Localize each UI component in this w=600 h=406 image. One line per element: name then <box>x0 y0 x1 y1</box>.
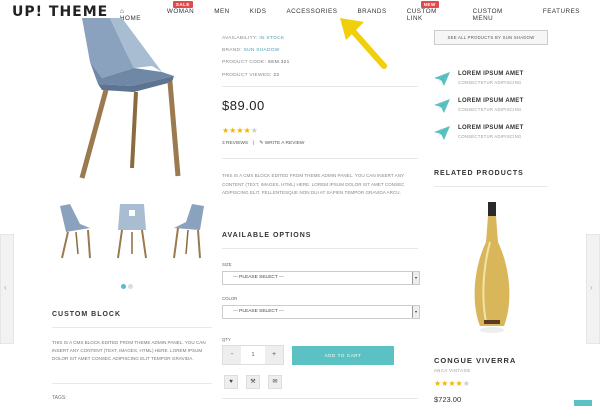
star-filled-icon: ★ <box>448 379 456 388</box>
paper-plane-icon <box>434 72 450 86</box>
star-filled-icon: ★ <box>455 379 463 388</box>
thumbnail-3[interactable] <box>166 202 210 262</box>
qty-input[interactable]: 1 <box>241 346 265 364</box>
divider <box>52 383 212 384</box>
new-badge: NEW <box>420 1 439 8</box>
pencil-icon: ✎ <box>259 141 264 146</box>
divider <box>222 158 418 159</box>
next-product-arrow[interactable]: › <box>586 234 600 344</box>
prev-product-arrow[interactable]: ‹ <box>0 234 14 344</box>
star-empty-icon: ★ <box>462 379 470 388</box>
wrench-icon: ⚒ <box>250 379 256 385</box>
feature-item: LOREM IPSUM AMET CONSECTETUR ADIPISCING <box>434 98 554 120</box>
related-product-subtitle: ANCA VINTAGE <box>434 368 471 373</box>
divider <box>222 398 418 399</box>
related-product-price: $723.00 <box>434 395 462 404</box>
color-select[interactable]: --- PLEASE SELECT --- ▾ <box>222 305 420 319</box>
thumbnail-1[interactable] <box>54 202 98 262</box>
nav-custom-menu[interactable]: CUSTOM MENU <box>473 8 523 22</box>
chevron-left-icon: ‹ <box>4 283 7 292</box>
chevron-right-icon: › <box>590 283 593 292</box>
compare-button[interactable]: ⚒ <box>246 375 260 389</box>
availability-value: IN STOCK <box>259 36 285 41</box>
see-all-products-button[interactable]: SEE ALL PRODUCTS BY SUN SHADOW <box>434 30 548 45</box>
nav-custom-link[interactable]: NEW CUSTOM LINK <box>407 1 453 22</box>
product-meta: AVAILABILITY: IN STOCK BRAND: SUN SHADOW… <box>222 33 290 82</box>
custom-block-text: THIS IS A CMS BLOCK EDITED FROM THEME AD… <box>52 340 206 361</box>
star-empty-icon: ★ <box>250 126 258 135</box>
feature-item: LOREM IPSUM AMET CONSECTETUR ADIPISCING <box>434 125 554 147</box>
reviews-row: 3 REVIEWS | ✎ WRITE A REVIEW <box>222 141 305 146</box>
scroll-to-top-button[interactable] <box>574 400 592 406</box>
brand-link[interactable]: SUN SHADOW <box>244 48 280 53</box>
options-title: AVAILABLE OPTIONS <box>222 232 312 239</box>
viewed-row: PRODUCT VIEWED: 22 <box>222 72 280 78</box>
reviews-count-link[interactable]: 3 REVIEWS <box>222 141 248 146</box>
related-products-title: RELATED PRODUCTS <box>434 170 524 177</box>
availability-row: AVAILABILITY: IN STOCK <box>222 36 285 41</box>
star-filled-icon: ★ <box>243 126 251 135</box>
nav-men[interactable]: MEN <box>214 8 230 22</box>
divider <box>52 327 212 328</box>
chevron-down-icon: ▾ <box>412 306 419 318</box>
feature-item: LOREM IPSUM AMET CONSECTETUR ADIPISCING <box>434 71 554 93</box>
custom-block-title: CUSTOM BLOCK <box>52 311 122 318</box>
email-button[interactable]: ✉ <box>268 375 282 389</box>
thumbnail-2[interactable] <box>110 202 154 262</box>
product-main-image[interactable] <box>62 18 202 190</box>
paper-plane-icon <box>434 99 450 113</box>
gallery-pagination <box>121 276 135 294</box>
color-label: COLOR <box>222 296 238 301</box>
size-select[interactable]: --- PLEASE SELECT --- ▾ <box>222 271 420 285</box>
divider <box>222 248 418 249</box>
chevron-down-icon: ▾ <box>412 272 419 284</box>
nav-kids[interactable]: KIDS <box>250 8 267 22</box>
home-icon: ⌂ <box>120 8 125 15</box>
annotation-arrow-icon <box>340 18 387 69</box>
qty-plus-button[interactable]: + <box>265 346 283 364</box>
divider <box>434 186 548 187</box>
envelope-icon: ✉ <box>272 379 278 385</box>
paper-plane-icon <box>434 126 450 140</box>
write-review-link[interactable]: WRITE A REVIEW <box>265 141 305 146</box>
nav-accessories[interactable]: ACCESSORIES <box>286 8 337 22</box>
size-label: SIZE <box>222 262 232 267</box>
gallery-dot-2[interactable] <box>128 284 133 289</box>
divider <box>222 86 418 87</box>
product-thumbnails <box>52 202 212 262</box>
product-price: $89.00 <box>222 98 265 113</box>
quantity-stepper: - 1 + <box>222 345 284 365</box>
add-to-cart-button[interactable]: ADD TO CART <box>292 346 394 365</box>
related-product-rating-stars: ★★★★★ <box>434 379 470 388</box>
heart-icon: ♥ <box>229 379 233 385</box>
product-cms-block: THIS IS A CMS BLOCK EDITED FROM THEME AD… <box>222 173 405 195</box>
related-product-name[interactable]: CONGUE VIVERRA <box>434 356 516 365</box>
gallery-dot-1[interactable] <box>121 284 126 289</box>
code-row: PRODUCT CODE: SEM.321 <box>222 60 290 66</box>
product-rating-stars: ★★★★★ <box>222 126 258 135</box>
sale-badge: SALE <box>172 1 193 8</box>
star-filled-icon: ★ <box>236 126 244 135</box>
brand-row: BRAND: SUN SHADOW <box>222 48 280 54</box>
qty-label: QTY <box>222 337 231 342</box>
wishlist-button[interactable]: ♥ <box>224 375 238 389</box>
qty-minus-button[interactable]: - <box>223 346 241 364</box>
related-product-image[interactable] <box>468 202 516 336</box>
tags-label: TAGS: <box>52 395 67 401</box>
nav-features[interactable]: FEATURES <box>543 8 580 22</box>
